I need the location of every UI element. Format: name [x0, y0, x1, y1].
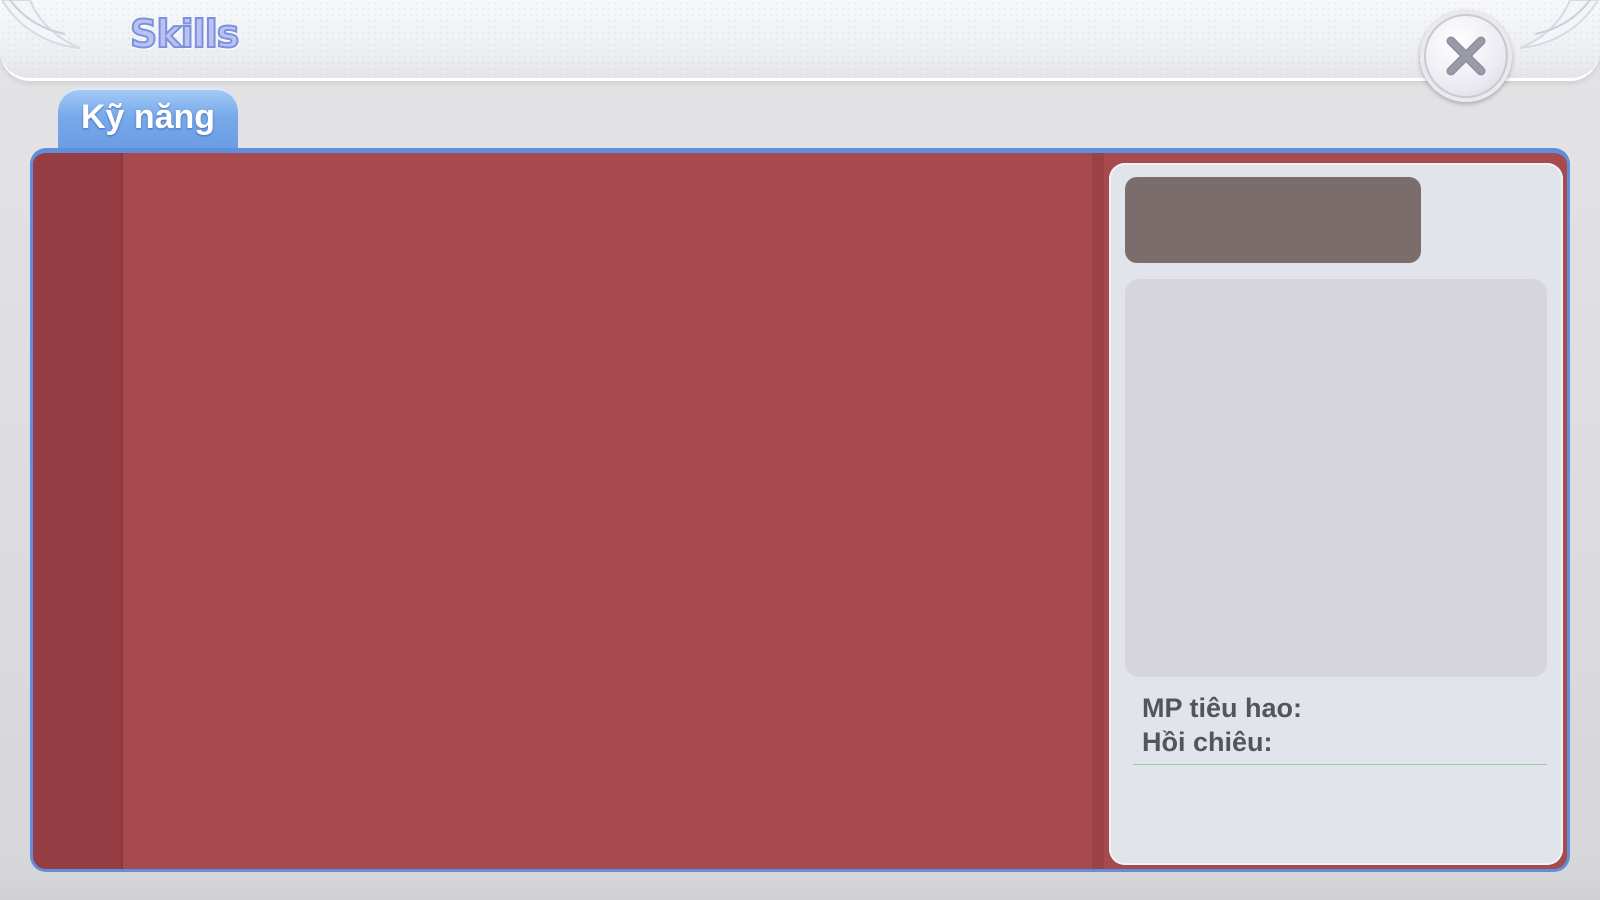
skill-category-sidebar — [33, 153, 123, 869]
skill-name-box — [1125, 177, 1421, 263]
tab-skills[interactable]: Kỹ năng — [58, 88, 238, 152]
close-icon — [1446, 36, 1486, 76]
page-title: Skills — [129, 11, 240, 57]
header-banner: Skills — [0, 0, 1600, 81]
skill-description-box — [1125, 279, 1547, 677]
close-button[interactable] — [1420, 10, 1512, 102]
bottom-ornament — [0, 870, 1600, 900]
tab-skills-label: Kỹ năng — [80, 97, 216, 136]
panel-divider — [1092, 153, 1104, 869]
stat-divider — [1133, 764, 1547, 765]
skills-panel: MP tiêu hao: Hồi chiêu: — [30, 148, 1570, 872]
mp-cost-label: MP tiêu hao: — [1142, 693, 1303, 723]
skill-list-area — [123, 153, 1078, 869]
wing-ornament-icon — [0, 0, 81, 49]
skill-stats: MP tiêu hao: Hồi chiêu: — [1142, 691, 1302, 759]
skills-screen: Skills Kỹ năng MP tiêu hao: Hồi chiêu: — [0, 0, 1600, 900]
skill-detail-card: MP tiêu hao: Hồi chiêu: — [1109, 163, 1563, 865]
cooldown-label: Hồi chiêu: — [1142, 727, 1273, 757]
